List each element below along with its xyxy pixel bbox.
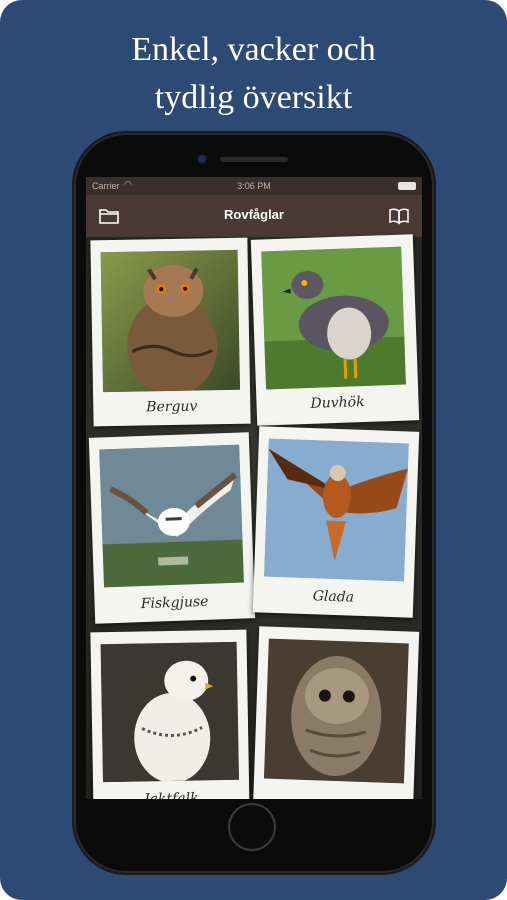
front-camera bbox=[198, 155, 206, 163]
bird-photo bbox=[261, 246, 406, 390]
nav-title: Rovfåglar bbox=[224, 207, 284, 222]
book-icon[interactable] bbox=[388, 205, 410, 227]
bird-photo bbox=[263, 638, 409, 784]
earpiece-speaker bbox=[220, 157, 288, 162]
phone-mockup: Carrier ◠ 3:06 PM Rovfåglar Berguv Duvhö… bbox=[74, 133, 434, 873]
bird-card[interactable]: Jaktfalk bbox=[90, 629, 250, 799]
bird-card[interactable] bbox=[252, 626, 420, 799]
bird-photo bbox=[264, 438, 409, 582]
navigation-bar: Rovfåglar bbox=[86, 195, 422, 237]
promo-frame: Enkel, vacker och tydlig översikt Carrie… bbox=[0, 0, 507, 900]
bird-card[interactable]: Fiskgjuse bbox=[88, 432, 256, 624]
bird-card[interactable]: Berguv bbox=[90, 237, 251, 427]
bird-gallery: Berguv Duvhök Fiskgjuse Glada Jaktfalk bbox=[86, 234, 422, 799]
bird-label: Duvhök bbox=[310, 394, 365, 412]
headline-line-1: Enkel, vacker och bbox=[131, 31, 376, 68]
headline-line-2: tydlig översikt bbox=[154, 79, 353, 116]
bird-card[interactable]: Glada bbox=[252, 426, 420, 618]
bird-label: Jaktfalk bbox=[143, 790, 199, 799]
bird-photo bbox=[99, 444, 244, 588]
bird-label bbox=[254, 786, 414, 792]
bird-label: Glada bbox=[312, 588, 355, 606]
bird-card[interactable]: Duvhök bbox=[250, 234, 420, 426]
bird-photo bbox=[100, 249, 241, 393]
bird-label: Berguv bbox=[146, 398, 198, 416]
home-button[interactable] bbox=[228, 803, 276, 851]
status-bar: Carrier ◠ 3:06 PM bbox=[86, 177, 422, 195]
bird-label: Fiskgjuse bbox=[140, 593, 209, 613]
battery-icon bbox=[398, 182, 416, 190]
bird-photo bbox=[100, 641, 239, 783]
app-screen: Carrier ◠ 3:06 PM Rovfåglar Berguv Duvhö… bbox=[86, 177, 422, 799]
status-time: 3:06 PM bbox=[237, 181, 271, 191]
